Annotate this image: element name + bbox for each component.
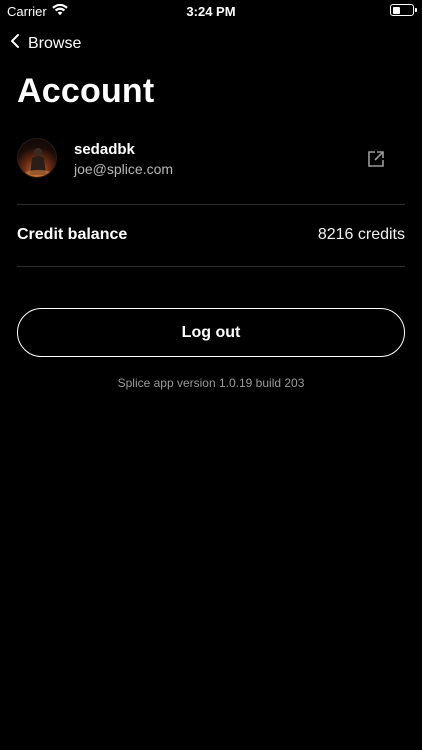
account-screen: Carrier 3:24 PM Browse Account sedadbk j… [0,0,422,750]
profile-row: sedadbk joe@splice.com [17,138,387,182]
credit-balance-label: Credit balance [17,226,128,243]
logout-button[interactable]: Log out [17,308,405,357]
email: joe@splice.com [74,161,174,177]
divider [17,266,405,267]
username: sedadbk [74,141,135,158]
app-version: Splice app version 1.0.19 build 203 [117,376,305,390]
page-title: Account [17,72,155,110]
avatar [17,138,57,178]
credit-balance-value: 8216 credits [317,226,405,243]
status-bar: Carrier 3:24 PM [0,0,422,22]
clock: 3:24 PM [186,4,236,19]
external-link-icon[interactable] [367,150,387,170]
status-right [390,4,417,16]
chevron-left-icon [10,33,20,54]
battery-icon [390,4,417,16]
divider [17,204,405,205]
back-button[interactable]: Browse [10,33,81,54]
back-label: Browse [28,34,82,52]
